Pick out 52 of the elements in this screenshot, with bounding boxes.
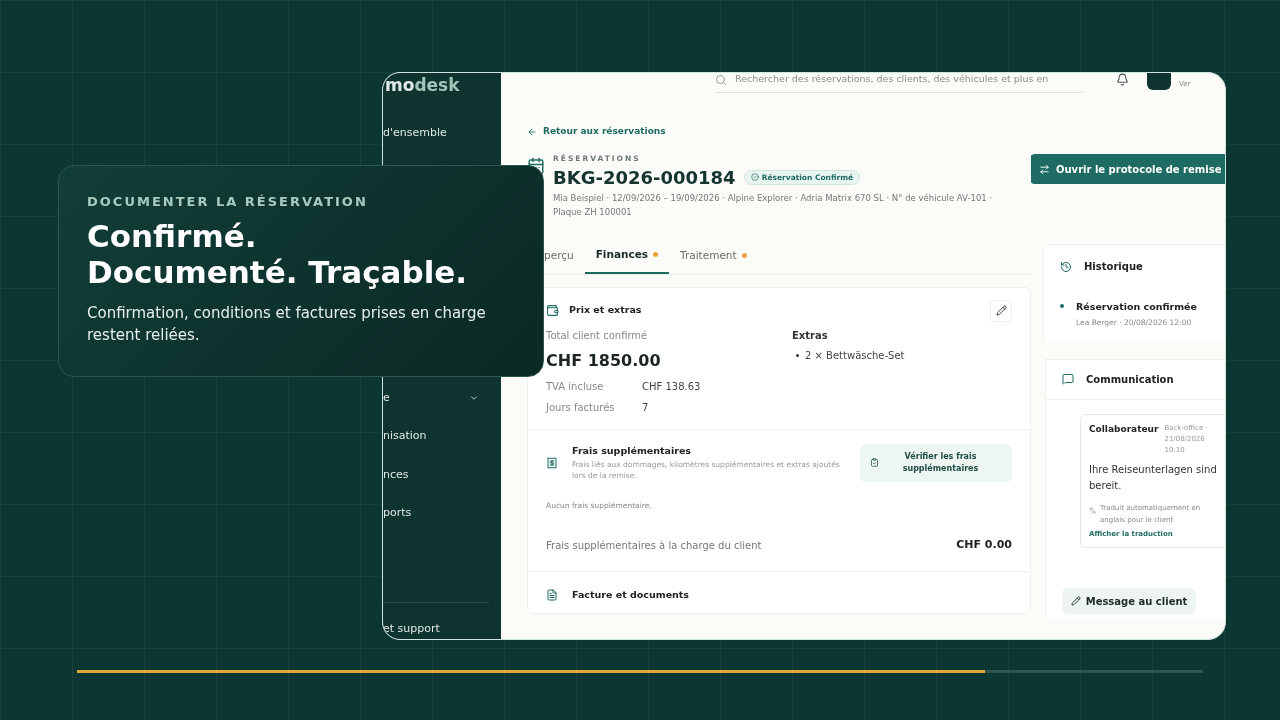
section-title: Facture et documents — [572, 588, 690, 603]
overlay-title: Confirmé. Documenté. Traçable. — [87, 217, 469, 290]
sidebar-item[interactable]: ports — [383, 506, 412, 519]
wallet-icon — [546, 304, 559, 317]
message-client-button[interactable]: Message au client — [1062, 588, 1196, 614]
sidebar-item[interactable]: d'ensemble — [383, 126, 447, 139]
booking-title: BKG-2026-000184 — [553, 165, 736, 190]
edit-button[interactable] — [990, 299, 1012, 322]
document-icon — [546, 589, 558, 602]
section-title: Frais supplémentaires — [572, 444, 692, 459]
handover-button[interactable]: Ouvrir le protocole de remise — [1031, 154, 1225, 184]
row-value: CHF 138.63 — [642, 379, 701, 394]
history-entry-title: Réservation confirmée — [1076, 300, 1197, 314]
arrow-left-icon — [527, 126, 537, 137]
verify-fees-button[interactable]: Vérifier les frais supplémentaires — [860, 443, 1012, 482]
overlay-eyebrow: DOCUMENTER LA RÉSERVATION — [87, 193, 369, 211]
booking-details: Mia Beispiel · 12/09/2026 – 19/09/2026 · Alpine Explorer · Adria Matrix 670 SL · N° de véhicule AV-101 · Plaque ZH 100001 — [553, 191, 994, 219]
extra-item: 2 × Bettwäsche-Set — [805, 348, 905, 363]
message-author: Collaborateur — [1089, 422, 1159, 436]
logo: modesk — [384, 75, 461, 95]
pencil-icon — [995, 305, 1007, 316]
section-title: Historique — [1084, 260, 1143, 274]
section-title: Communication — [1086, 372, 1174, 387]
sidebar-item[interactable]: nisation — [383, 429, 427, 442]
overlay-text: Confirmation, conditions et factures prises en charge restent reliées. — [87, 302, 487, 346]
avatar[interactable] — [1147, 73, 1171, 90]
row-label: Jours facturés — [546, 400, 616, 415]
pencil-icon — [1070, 596, 1081, 606]
translate-icon — [1089, 506, 1096, 514]
extras-title: Extras — [792, 328, 829, 343]
message-icon — [1062, 373, 1074, 385]
sidebar-item[interactable]: nces — [383, 467, 409, 481]
message-text: Ihre Reiseunterlagen sind bereit. — [1089, 462, 1218, 493]
swap-arrows-icon — [1039, 163, 1050, 175]
tab[interactable]: Traitement — [669, 246, 758, 274]
search-field[interactable]: Rechercher des réservations, des clients, des véhicules et plus en — [715, 73, 1083, 93]
bell-icon[interactable] — [1116, 73, 1129, 86]
back-link[interactable]: Retour aux réservations — [527, 125, 1031, 139]
history-icon — [1060, 260, 1072, 273]
row-label: TVA incluse — [546, 379, 605, 394]
fees-total-label: Frais supplémentaires à la charge du client — [546, 538, 762, 553]
sidebar-item[interactable]: e — [383, 389, 390, 406]
row-value: 7 — [642, 400, 649, 415]
total-label: Total client confirmé — [546, 328, 649, 343]
tab[interactable]: Finances — [584, 246, 670, 274]
bullet-icon — [796, 353, 799, 357]
search-icon — [715, 73, 727, 86]
total-amount: CHF 1850.00 — [546, 349, 662, 372]
clipboard-check-icon — [870, 458, 879, 467]
section-title: Prix et extras — [569, 303, 642, 318]
fees-total-amount: CHF 0.00 — [956, 536, 1012, 553]
receipt-icon — [546, 456, 558, 469]
